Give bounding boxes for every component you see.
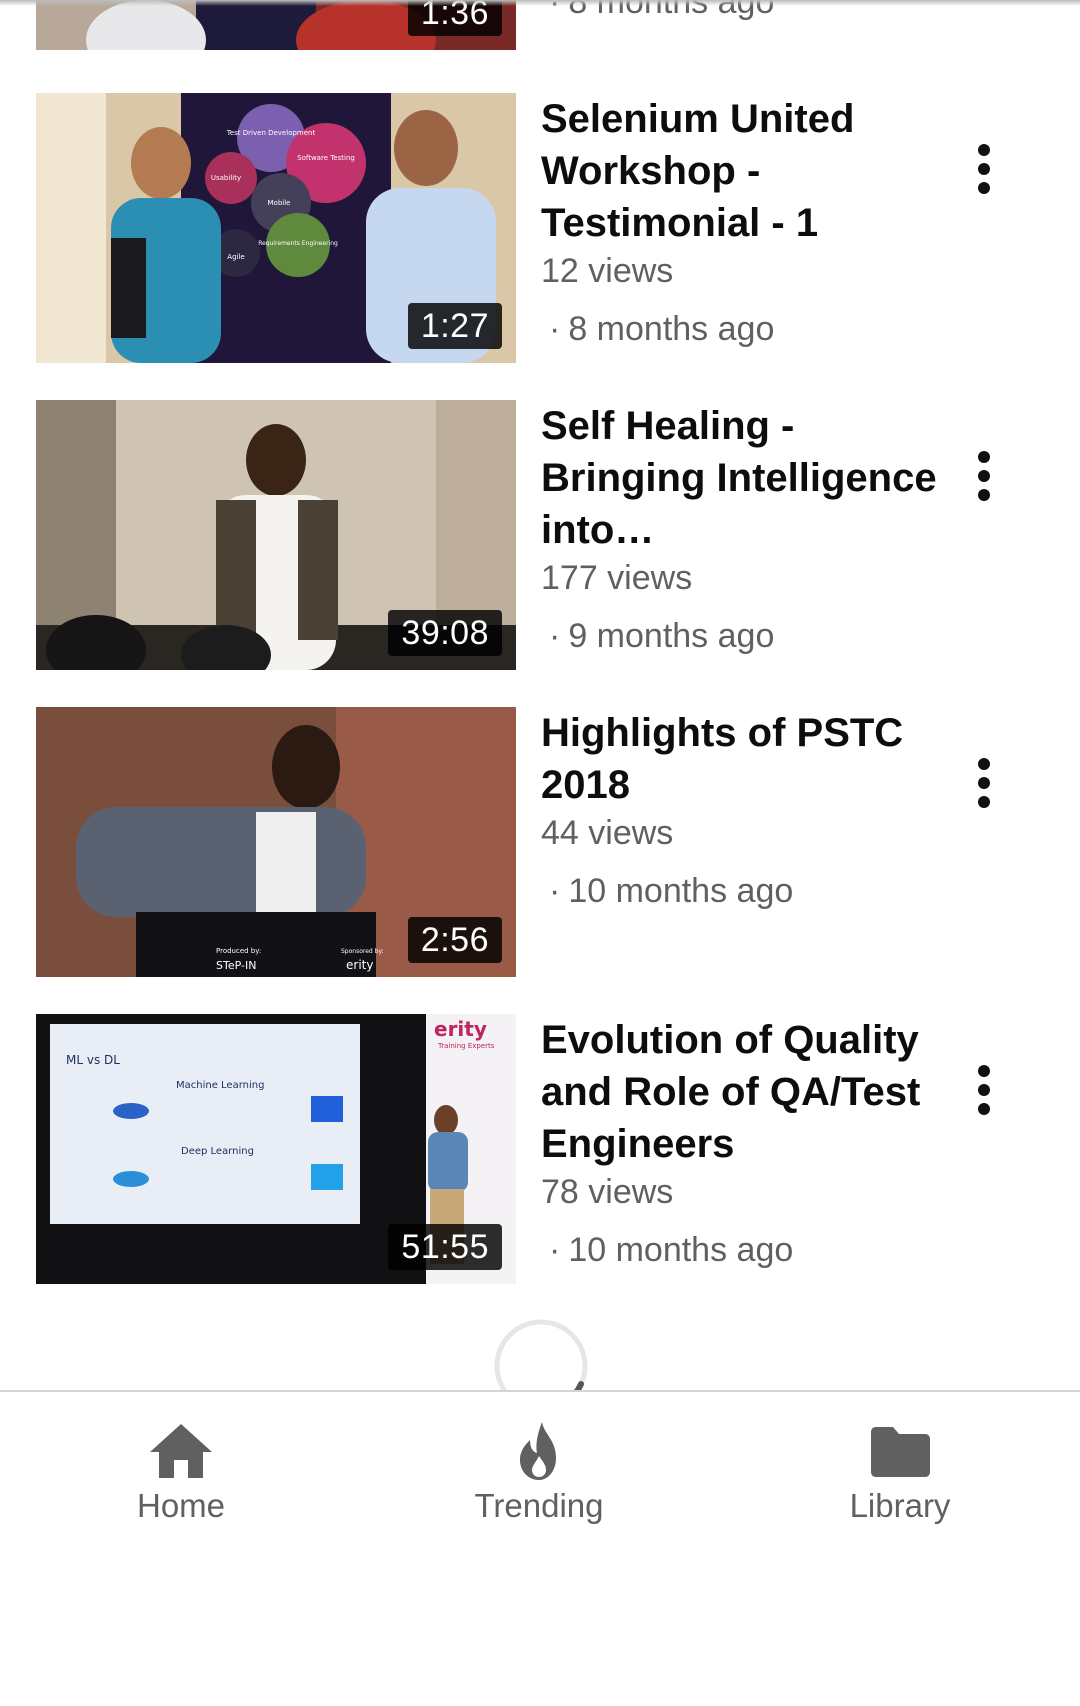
duration-badge: 51:55 — [388, 1224, 502, 1270]
video-info: Evolution of Quality and Role of QA/Test… — [541, 1014, 941, 1272]
duration-badge: 1:27 — [407, 303, 502, 349]
thumb-text: Usability — [211, 174, 241, 182]
thumb-text: Test Driven Development — [226, 129, 316, 137]
flame-icon — [520, 1422, 556, 1480]
age-text: 10 months ago — [568, 872, 794, 910]
video-thumbnail[interactable]: Test Driven Development Software Testing… — [36, 93, 516, 363]
age-text: 10 months ago — [568, 1231, 794, 1269]
nav-label-trending: Trending — [474, 1487, 604, 1524]
video-info: Selenium United Workshop - Testimonial -… — [541, 93, 941, 351]
video-item[interactable]: Test Driven Development Software Testing… — [0, 93, 1080, 365]
thumb-text: erity — [434, 1017, 487, 1041]
video-item-partial[interactable]: 1:36 · 8 months ago — [0, 0, 1080, 52]
video-thumbnail[interactable]: 39:08 — [36, 400, 516, 670]
nav-item-trending[interactable]: Trending — [429, 1420, 649, 1528]
video-thumbnail[interactable]: 1:36 — [36, 0, 516, 50]
video-title[interactable]: Selenium United Workshop - Testimonial -… — [541, 93, 941, 249]
video-views: 78 views — [541, 1173, 674, 1211]
more-options-icon[interactable] — [960, 743, 1008, 823]
thumb-text: Mobile — [268, 199, 291, 207]
age-text: 9 months ago — [568, 617, 775, 655]
duration-badge: 39:08 — [388, 610, 502, 656]
thumb-text: ML vs DL — [66, 1053, 120, 1067]
toolbar-shadow — [0, 0, 1080, 6]
video-info: Highlights of PSTC 2018 44 views · 10 mon… — [541, 707, 941, 913]
more-options-icon[interactable] — [960, 436, 1008, 516]
video-title[interactable]: Self Healing - Bringing Intelligence int… — [541, 400, 941, 556]
video-age: · 10 months ago — [541, 1228, 941, 1272]
thumb-text: Training Experts — [437, 1042, 495, 1050]
nav-label-library: Library — [849, 1487, 951, 1524]
video-views: 12 views — [541, 252, 674, 290]
thumb-text: Software Testing — [297, 154, 355, 162]
video-item[interactable]: 39:08 Self Healing - Bringing Intelligen… — [0, 400, 1080, 672]
video-title[interactable]: Evolution of Quality and Role of QA/Test… — [541, 1014, 941, 1170]
video-views: 44 views — [541, 814, 674, 852]
nav-item-home[interactable]: Home — [71, 1420, 291, 1528]
age-separator: · — [549, 310, 561, 348]
video-title[interactable]: Highlights of PSTC 2018 — [541, 707, 941, 811]
video-age: · 9 months ago — [541, 614, 941, 658]
thumb-text: erity — [346, 958, 373, 972]
video-thumbnail[interactable]: ML vs DL Machine Learning Deep Learning … — [36, 1014, 516, 1284]
nav-label-home: Home — [136, 1487, 226, 1524]
age-text: 8 months ago — [568, 310, 775, 348]
video-age: · 8 months ago — [541, 307, 941, 351]
duration-badge: 2:56 — [407, 917, 502, 963]
thumb-text: Requirements Engineering — [258, 240, 338, 247]
video-info: Self Healing - Bringing Intelligence int… — [541, 400, 941, 658]
video-thumbnail[interactable]: Produced by: STeP-IN Sponsored by: erity… — [36, 707, 516, 977]
thumb-text: Produced by: — [216, 947, 261, 955]
video-age: · 10 months ago — [541, 869, 941, 913]
more-options-icon[interactable] — [960, 1050, 1008, 1130]
thumb-text: Agile — [227, 253, 244, 261]
video-item[interactable]: ML vs DL Machine Learning Deep Learning … — [0, 1014, 1080, 1286]
nav-item-library[interactable]: Library — [790, 1420, 1010, 1528]
thumb-text: Sponsored by: — [341, 948, 384, 955]
thumb-text: STeP-IN — [216, 959, 256, 972]
video-item[interactable]: Produced by: STeP-IN Sponsored by: erity… — [0, 707, 1080, 979]
thumb-text: Machine Learning — [176, 1080, 264, 1091]
thumb-text: Deep Learning — [181, 1146, 254, 1157]
age-separator: · — [549, 617, 561, 655]
bottom-navigation: Home Trending Library — [0, 1390, 1080, 1706]
age-separator: · — [549, 872, 561, 910]
age-separator: · — [549, 1231, 561, 1269]
video-views: 177 views — [541, 559, 693, 597]
home-icon — [150, 1424, 212, 1478]
folder-icon — [871, 1427, 930, 1477]
video-info: · 8 months ago — [541, 0, 941, 24]
more-options-icon[interactable] — [960, 129, 1008, 209]
